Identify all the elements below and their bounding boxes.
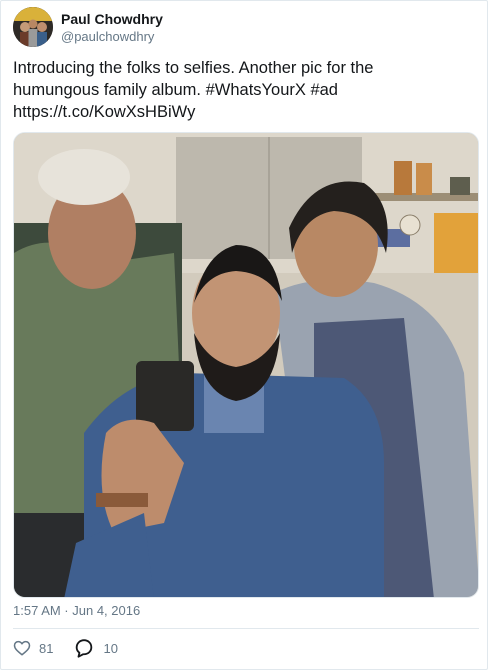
heart-icon [13, 639, 31, 657]
like-button[interactable]: 81 [13, 639, 53, 657]
like-count: 81 [39, 640, 54, 656]
tweet-photo[interactable] [13, 132, 479, 598]
comment-bubble-icon [73, 637, 95, 659]
author-display-name[interactable]: Paul Chowdhry [61, 10, 163, 28]
avatar[interactable] [13, 7, 53, 47]
tweet-timestamp[interactable]: 1:57 AM · Jun 4, 2016 [13, 602, 140, 619]
tweet-actions: 81 10 [13, 637, 138, 659]
tweet-header: Paul Chowdhry @paulchowdhry [13, 7, 163, 47]
author-names: Paul Chowdhry @paulchowdhry [61, 10, 163, 45]
author-handle[interactable]: @paulchowdhry [61, 28, 163, 45]
tweet-card: Paul Chowdhry @paulchowdhry Introducing … [0, 0, 488, 670]
tweet-text: Introducing the folks to selfies. Anothe… [13, 59, 374, 121]
divider [13, 628, 479, 629]
reply-count: 10 [103, 640, 118, 656]
reply-button[interactable]: 10 [73, 637, 118, 659]
